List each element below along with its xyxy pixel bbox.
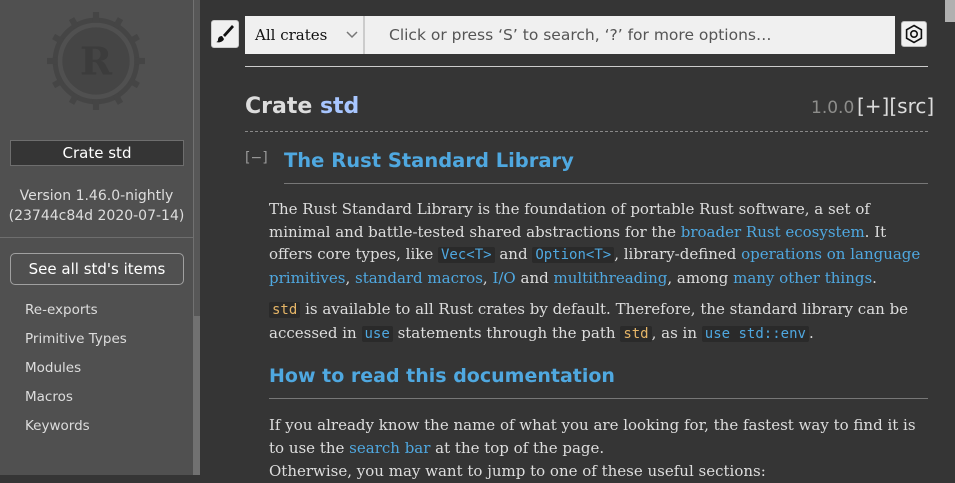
search-input[interactable] (375, 16, 904, 54)
link-multithreading[interactable]: multithreading (553, 269, 667, 287)
code-vec[interactable]: Vec<T> (438, 247, 495, 263)
sidebar-item-macros[interactable]: Macros (25, 386, 127, 415)
sidebar-item-keywords[interactable]: Keywords (25, 415, 127, 444)
link-standard-macros[interactable]: standard macros (355, 269, 483, 287)
title-divider (245, 131, 928, 132)
code-use-keyword[interactable]: use (361, 325, 393, 342)
version-commit: (23744c84d 2020-07-14) (8, 208, 185, 224)
see-all-items-button[interactable]: See all std's items (10, 253, 184, 285)
intro-paragraph: The Rust Standard Library is the foundat… (269, 198, 931, 289)
page-title-kind: Crate (245, 94, 320, 119)
collapse-toggle[interactable]: [−] (245, 150, 268, 166)
link-search-bar[interactable]: search bar (349, 439, 430, 457)
code-option[interactable]: Option<T> (532, 247, 615, 263)
text: , (345, 268, 356, 287)
brush-icon (216, 25, 234, 43)
sidebar-item-re-exports[interactable]: Re-exports (25, 299, 127, 328)
theme-picker-button[interactable] (211, 20, 239, 48)
since-version: 1.0.0 (811, 98, 855, 118)
sidebar-crate-title: Crate std (10, 140, 184, 166)
chevron-down-icon (346, 31, 358, 39)
text: and (494, 245, 533, 263)
text: at the top of the page. (430, 438, 605, 457)
page-title: Crate std (245, 94, 359, 119)
availability-paragraph: std is available to all Rust crates by d… (269, 298, 931, 345)
code-std-path: std (620, 325, 652, 342)
sidebar-divider (0, 237, 193, 238)
rust-logo-icon[interactable]: R (45, 10, 147, 112)
header-divider (245, 66, 928, 67)
sidebar-item-modules[interactable]: Modules (25, 357, 127, 386)
sections-paragraph: Otherwise, you may want to jump to one o… (269, 462, 766, 480)
sidebar-item-primitive-types[interactable]: Primitive Types (25, 328, 127, 357)
crate-filter-select[interactable]: All crates (245, 16, 365, 54)
text: , library-defined (614, 245, 742, 263)
text: , among (667, 268, 734, 287)
section-heading-how-to-read[interactable]: How to read this documentation (269, 365, 615, 387)
gear-icon (905, 24, 923, 44)
doc-heading-underline (284, 183, 928, 184)
page-title-crate-name[interactable]: std (320, 94, 359, 119)
crate-filter-value: All crates (255, 26, 328, 44)
settings-button[interactable] (901, 21, 927, 47)
sidebar-scrollbar-thumb[interactable] (194, 0, 200, 316)
sidebar-section-list: Re-exports Primitive Types Modules Macro… (25, 299, 127, 444)
sidebar: R Crate std Version 1.46.0-nightly (2374… (0, 0, 193, 475)
version-info: Version 1.46.0-nightly (23744c84d 2020-0… (0, 186, 193, 226)
link-many-other-things[interactable]: many other things (733, 269, 872, 287)
text: . (872, 268, 877, 287)
code-std: std (269, 302, 301, 318)
text: statements through the path (392, 323, 621, 342)
doc-heading[interactable]: The Rust Standard Library (284, 149, 574, 172)
text: , as in (651, 323, 702, 342)
text: . (808, 323, 814, 342)
main-scrollbar-thumb[interactable] (945, 0, 955, 22)
text: and (515, 268, 554, 287)
expand-and-source-links[interactable]: [+][src] (857, 94, 934, 118)
search-tip-paragraph: If you already know the name of what you… (269, 414, 931, 459)
link-broader-rust-ecosystem[interactable]: broader Rust ecosystem (681, 223, 865, 241)
code-use-std-env[interactable]: use std::env (701, 325, 809, 342)
main-scrollbar[interactable] (944, 0, 955, 475)
section-heading-underline (269, 398, 928, 399)
version-number: Version 1.46.0-nightly (19, 188, 174, 204)
svg-text:R: R (80, 39, 113, 84)
link-io[interactable]: I/O (492, 269, 515, 287)
